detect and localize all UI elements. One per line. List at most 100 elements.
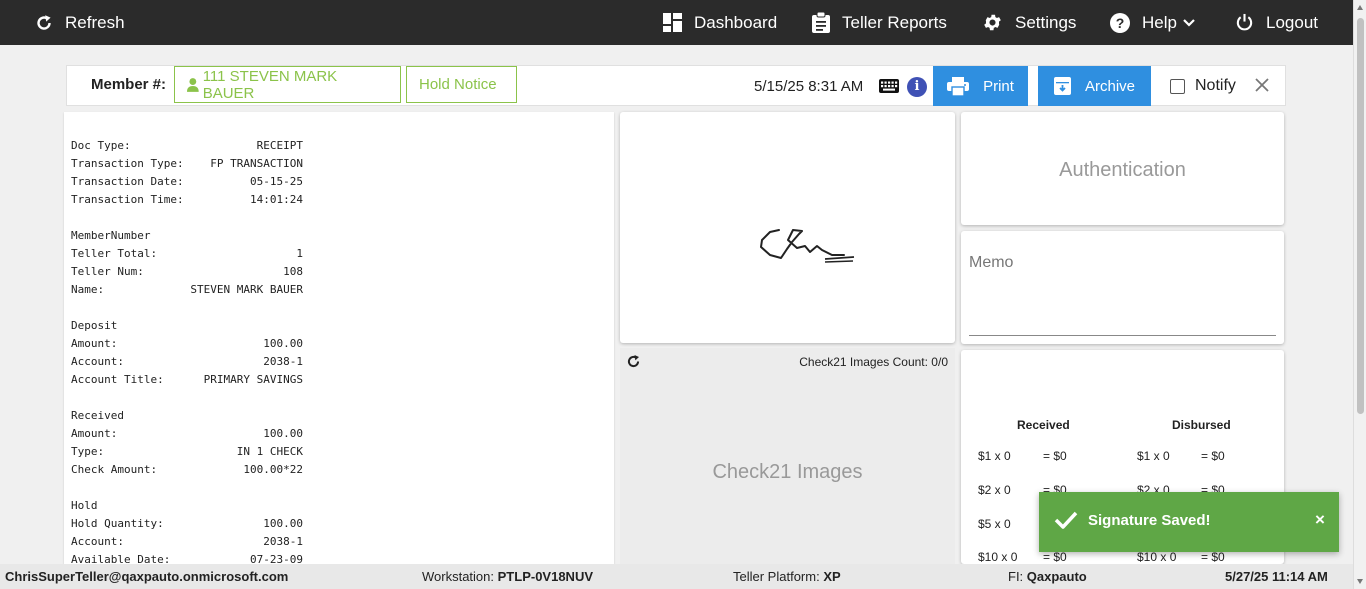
receipt-value: 100.00*22 bbox=[243, 463, 303, 476]
receipt-value: 05-15-25 bbox=[250, 175, 303, 188]
platform-value: XP bbox=[823, 569, 841, 584]
receipt-line: Type: IN 1 CHECK bbox=[71, 445, 303, 463]
gear-icon bbox=[984, 14, 1001, 31]
signature-saved-toast: Signature Saved! × bbox=[1039, 492, 1339, 552]
member-number-label: Member #: bbox=[91, 76, 167, 93]
receipt-key: Received bbox=[71, 409, 124, 422]
refresh-button[interactable]: Refresh bbox=[35, 0, 125, 45]
check21-panel: Check21 Images Count: 0/0 Check21 Images bbox=[620, 348, 955, 564]
disbursed-total: = $0 bbox=[1201, 449, 1225, 463]
svg-text:?: ? bbox=[1116, 15, 1125, 31]
receipt-line: Received bbox=[71, 409, 303, 427]
authentication-title: Authentication bbox=[1059, 159, 1186, 181]
receipt-value: FP TRANSACTION bbox=[210, 157, 303, 170]
receipt-value: 100.00 bbox=[263, 337, 303, 350]
receipt-value: STEVEN MARK BAUER bbox=[190, 283, 303, 296]
receipt-key: Account: bbox=[71, 355, 124, 368]
receipt-key: Doc Type: bbox=[71, 139, 131, 152]
receipt-value: 2038-1 bbox=[263, 535, 303, 548]
notify-checkbox[interactable]: Notify bbox=[1170, 77, 1236, 95]
print-button[interactable]: Print bbox=[933, 66, 1028, 106]
receipt-line: Account Title: PRIMARY SAVINGS bbox=[71, 373, 303, 391]
receipt-line bbox=[71, 391, 303, 409]
receipt-value: IN 1 CHECK bbox=[236, 445, 303, 458]
transaction-datetime: 5/15/25 8:31 AM bbox=[754, 78, 864, 95]
receipt-value: 2038-1 bbox=[263, 355, 303, 368]
footer-workstation: Workstation: PTLP-0V18NUV bbox=[422, 569, 593, 584]
receipt-key: Hold bbox=[71, 499, 98, 512]
logout-button[interactable]: Logout bbox=[1235, 0, 1318, 45]
receipt-value: RECEIPT bbox=[256, 139, 303, 152]
toast-close-button[interactable]: × bbox=[1315, 510, 1325, 530]
question-circle-icon: ? bbox=[1110, 12, 1130, 33]
receipt-key: Type: bbox=[71, 445, 105, 458]
footer-fi: FI: Qaxpauto bbox=[1008, 569, 1087, 584]
printer-icon bbox=[947, 76, 970, 96]
received-header: Received bbox=[1017, 418, 1070, 432]
received-total: = $0 bbox=[1043, 449, 1067, 463]
footer-platform: Teller Platform: XP bbox=[733, 569, 841, 584]
fi-value: Qaxpauto bbox=[1026, 569, 1087, 584]
receipt-line: Amount: 100.00 bbox=[71, 427, 303, 445]
authentication-panel[interactable]: Authentication bbox=[961, 112, 1284, 225]
receipt-line: MemberNumber bbox=[71, 229, 303, 247]
footer-datetime: 5/27/25 11:14 AM bbox=[1225, 569, 1328, 584]
receipt-key: Deposit bbox=[71, 319, 118, 332]
receipt-value: 1 bbox=[296, 247, 303, 260]
receipt-line: Doc Type: RECEIPT bbox=[71, 139, 303, 157]
hold-notice-button[interactable]: Hold Notice bbox=[406, 66, 517, 103]
receipt-line bbox=[71, 211, 303, 229]
receipt-key: Transaction Time: bbox=[71, 193, 184, 206]
receipt-value: PRIMARY SAVINGS bbox=[203, 373, 303, 386]
page-scrollbar[interactable] bbox=[1353, 0, 1366, 589]
disbursed-total: = $0 bbox=[1201, 550, 1225, 564]
receipt-key: Name: bbox=[71, 283, 105, 296]
refresh-icon[interactable] bbox=[626, 354, 641, 369]
checkmark-icon bbox=[1054, 511, 1078, 529]
help-menu[interactable]: ? Help bbox=[1110, 0, 1195, 45]
dashboard-button[interactable]: Dashboard bbox=[663, 0, 777, 45]
receipt-value: 108 bbox=[283, 265, 303, 278]
archive-icon bbox=[1053, 77, 1071, 95]
received-denomination: $5 x 0 bbox=[978, 517, 1011, 531]
receipt-line: Teller Total: 1 bbox=[71, 247, 303, 265]
teller-reports-button[interactable]: Teller Reports bbox=[812, 0, 947, 45]
scrollbar-thumb[interactable] bbox=[1357, 18, 1364, 414]
logout-label: Logout bbox=[1266, 12, 1318, 32]
scroll-down-arrow[interactable] bbox=[1357, 579, 1363, 584]
workstation-label: Workstation: bbox=[422, 569, 495, 584]
receipt-key: Account Title: bbox=[71, 373, 164, 386]
notify-checkbox-box[interactable] bbox=[1170, 78, 1185, 94]
receipt-line: Account: 2038-1 bbox=[71, 355, 303, 373]
info-icon[interactable]: i bbox=[907, 77, 927, 97]
archive-button[interactable]: Archive bbox=[1038, 66, 1151, 106]
receipt-key: Check Amount: bbox=[71, 463, 158, 476]
settings-button[interactable]: Settings bbox=[982, 0, 1076, 45]
receipt-panel: Doc Type: RECEIPT Transaction Type: FP TRAN… bbox=[64, 112, 614, 564]
disbursed-denomination: $1 x 0 bbox=[1137, 449, 1170, 463]
receipt-key: Account: bbox=[71, 535, 124, 548]
clipboard-icon bbox=[812, 12, 830, 33]
received-denomination: $10 x 0 bbox=[978, 550, 1018, 564]
receipt-key: Hold Quantity: bbox=[71, 517, 164, 530]
print-label: Print bbox=[983, 77, 1014, 95]
dashboard-label: Dashboard bbox=[694, 12, 778, 32]
receipt-line: Name: STEVEN MARK BAUER bbox=[71, 283, 303, 301]
memo-input[interactable] bbox=[969, 335, 1276, 336]
receipt-line bbox=[71, 301, 303, 319]
receipt-line: Hold Quantity: 100.00 bbox=[71, 517, 303, 535]
disbursed-denomination: $10 x 0 bbox=[1137, 550, 1177, 564]
member-button[interactable]: 111 STEVEN MARK BAUER bbox=[174, 66, 401, 103]
receipt-value: 100.00 bbox=[263, 517, 303, 530]
teller-reports-label: Teller Reports bbox=[842, 12, 947, 32]
close-icon[interactable] bbox=[1255, 78, 1269, 92]
receipt-key: Teller Num: bbox=[71, 265, 144, 278]
signature-panel[interactable] bbox=[620, 112, 955, 343]
refresh-icon bbox=[37, 14, 51, 30]
memo-panel: Memo bbox=[961, 231, 1284, 344]
archive-label: Archive bbox=[1084, 77, 1136, 95]
scroll-up-arrow[interactable] bbox=[1357, 5, 1363, 10]
keyboard-icon[interactable] bbox=[879, 79, 899, 93]
status-footer: ChrisSuperTeller@qaxpauto.onmicrosoft.co… bbox=[0, 564, 1353, 589]
receipt-line: Transaction Time: 14:01:24 bbox=[71, 193, 303, 211]
